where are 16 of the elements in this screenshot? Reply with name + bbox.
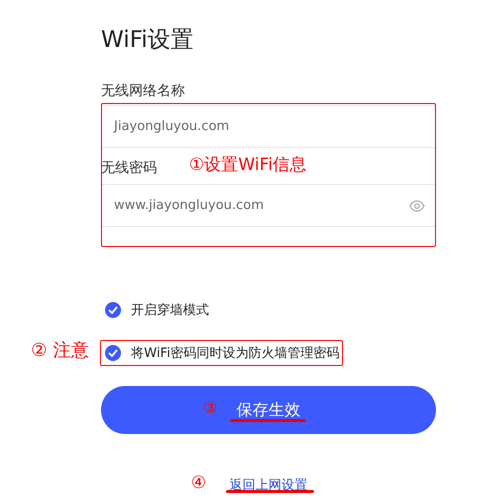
- field-label: 无线密码: [101, 159, 157, 178]
- checkbox[interactable]: [105, 302, 121, 318]
- input-field[interactable]: Jiayongluyou.com: [101, 105, 436, 148]
- option-label: 将WiFi密码同时设为防火墙管理密码: [131, 345, 340, 362]
- annotation-marker: ④: [191, 473, 206, 493]
- annotation-marker: ③: [203, 398, 218, 417]
- annotation-note: ①设置WiFi信息: [189, 154, 307, 176]
- check-icon: [108, 349, 118, 357]
- option-label: 开启穿墙模式: [131, 302, 209, 319]
- back-link[interactable]: 返回上网设置: [230, 476, 308, 494]
- password-field[interactable]: www.jiayongluyou.com: [101, 184, 436, 227]
- check-icon: [108, 306, 118, 314]
- page-title: WiFi设置: [101, 26, 195, 55]
- field-label: 无线网络名称: [101, 82, 185, 101]
- annotation-note: ② 注意: [31, 339, 89, 362]
- checkbox[interactable]: [105, 345, 121, 361]
